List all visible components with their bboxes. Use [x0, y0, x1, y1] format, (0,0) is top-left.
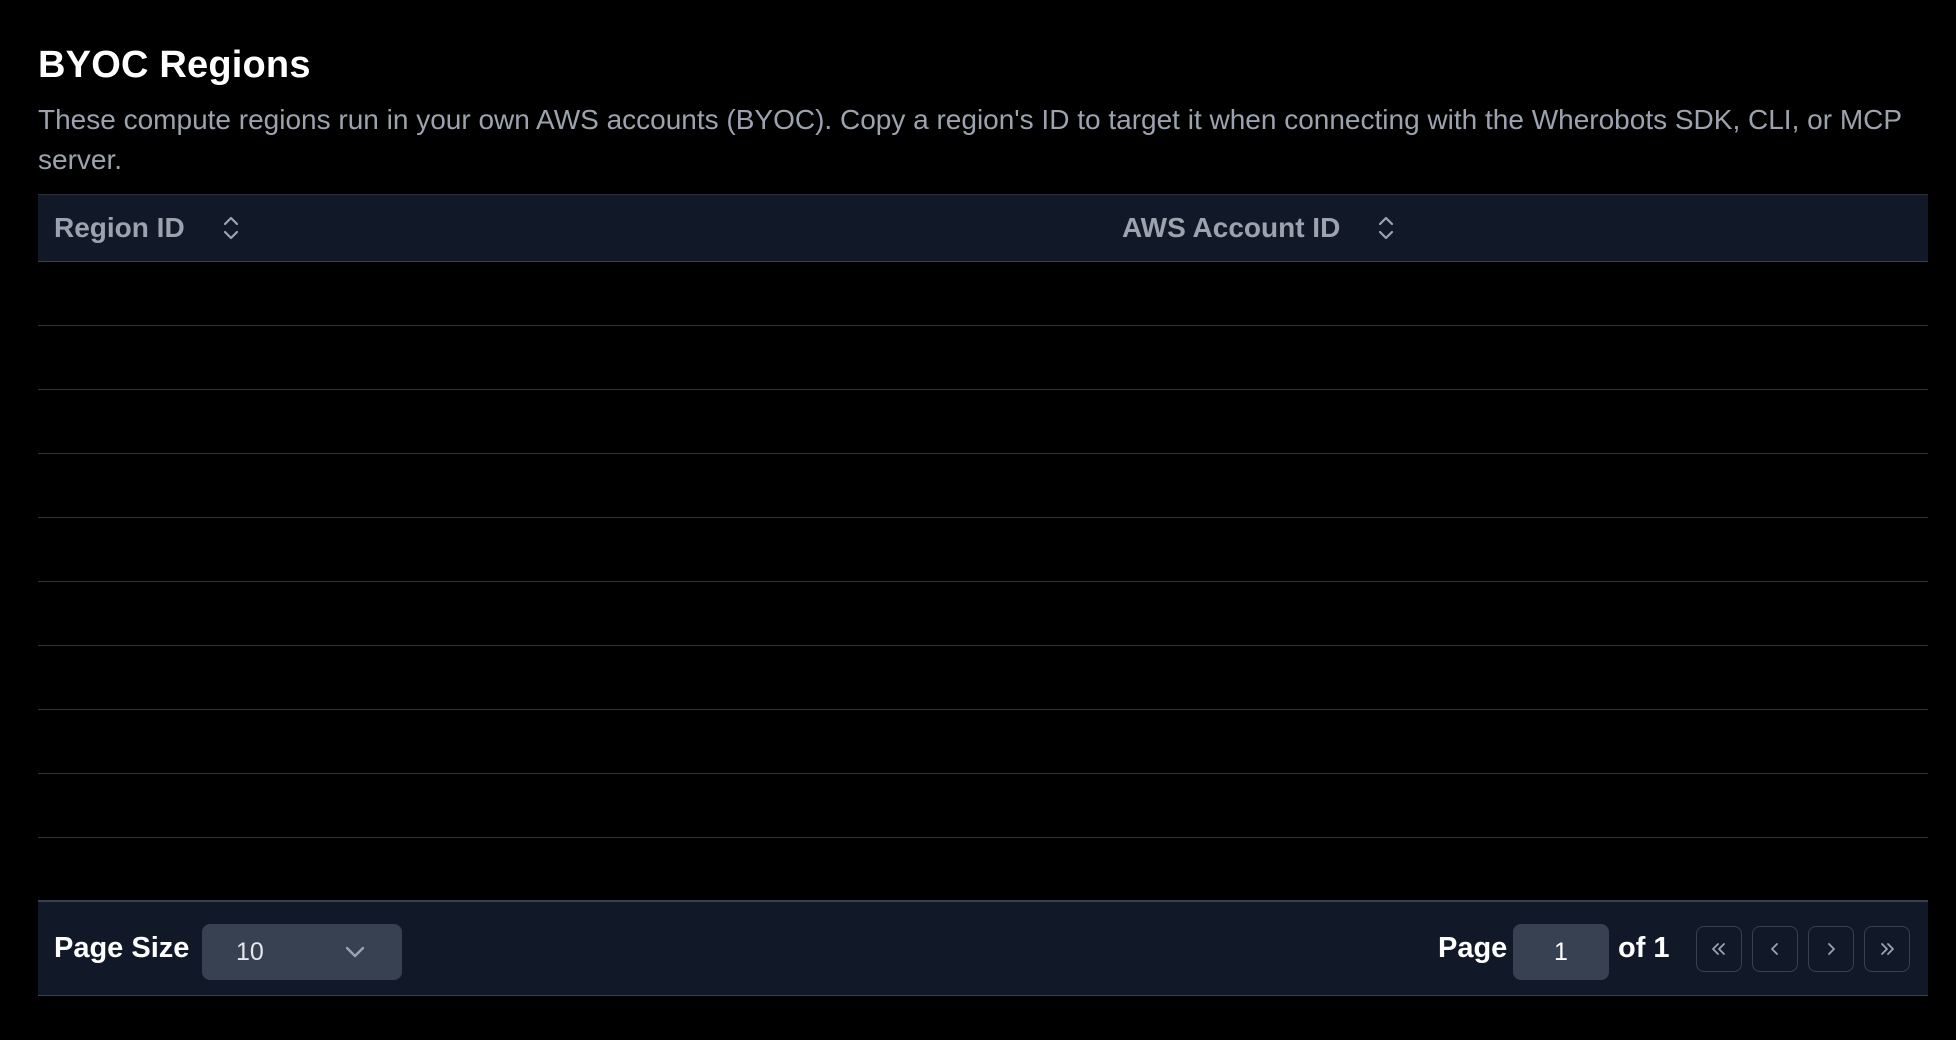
next-page-button[interactable] [1808, 926, 1854, 972]
table-row [38, 582, 1928, 646]
sort-updown-icon[interactable] [221, 213, 241, 243]
table-row [38, 262, 1928, 326]
column-header-aws-account-id[interactable]: AWS Account ID [1122, 195, 1396, 261]
table-row [38, 326, 1928, 390]
chevron-down-icon [345, 946, 365, 958]
table-row [38, 454, 1928, 518]
table-row [38, 518, 1928, 582]
column-label-region-id: Region ID [54, 212, 185, 243]
next-page-icon [1828, 943, 1835, 955]
page-description: These compute regions run in your own AW… [38, 104, 1902, 175]
last-page-button[interactable] [1864, 926, 1910, 972]
first-page-button[interactable] [1696, 926, 1742, 972]
previous-page-icon [1771, 943, 1778, 955]
page-label: Page [1438, 932, 1508, 964]
byoc-regions-page: BYOC Regions These compute regions run i… [0, 0, 1956, 1040]
page-size-select[interactable]: 10 [202, 924, 402, 980]
pagination-bar: Page Size 10 Page of 1 [38, 900, 1928, 996]
table-header: Region ID AWS Account ID [38, 194, 1928, 262]
table-row [38, 774, 1928, 838]
previous-page-button[interactable] [1752, 926, 1798, 972]
page-size-value: 10 [236, 937, 264, 966]
page-size-label: Page Size [54, 932, 190, 964]
last-page-icon [1881, 943, 1894, 955]
column-header-region-id[interactable]: Region ID [54, 195, 241, 261]
table-body [38, 262, 1928, 901]
sort-updown-icon[interactable] [1376, 213, 1396, 243]
total-pages-label: of 1 [1618, 932, 1670, 964]
first-page-icon [1712, 943, 1725, 955]
page-title: BYOC Regions [38, 44, 311, 86]
table-row [38, 390, 1928, 454]
current-page-input[interactable] [1513, 924, 1609, 980]
regions-table: Region ID AWS Account ID [38, 194, 1928, 901]
table-row [38, 646, 1928, 710]
table-row [38, 710, 1928, 774]
table-row [38, 838, 1928, 901]
column-label-aws-account-id: AWS Account ID [1122, 212, 1341, 243]
